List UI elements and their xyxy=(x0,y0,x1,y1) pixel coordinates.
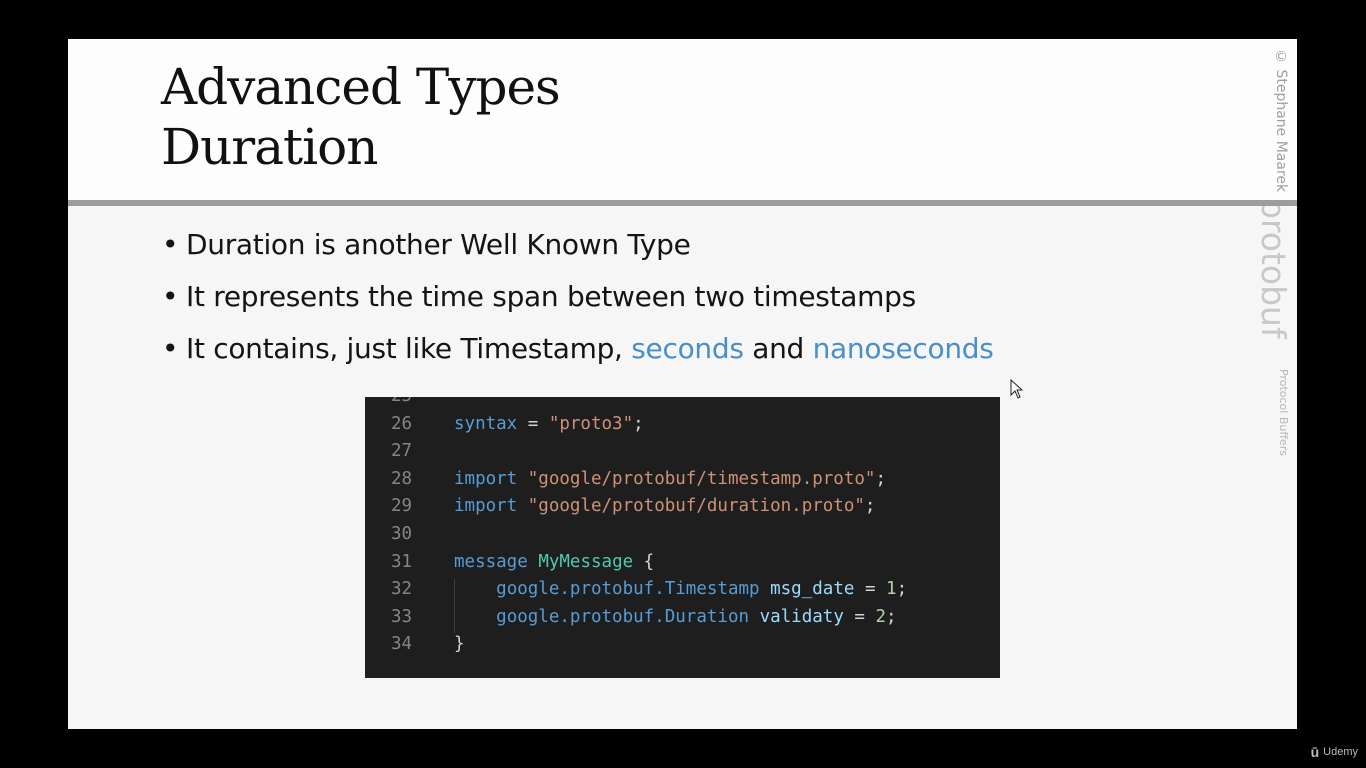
code-text: } xyxy=(454,631,465,658)
code-token: validaty xyxy=(759,606,844,627)
code-token: } xyxy=(454,634,465,655)
bullet-dot-icon: • xyxy=(162,228,179,261)
code-token: = xyxy=(843,606,876,627)
line-number: 28 xyxy=(391,468,413,489)
code-text: google.protobuf.Duration validaty = 2; xyxy=(454,604,897,631)
bullet-text-mid: and xyxy=(743,332,813,365)
code-token: ; xyxy=(633,413,644,434)
bullet-text-prefix: It contains, just like Timestamp, xyxy=(186,332,632,365)
code-token: = xyxy=(854,579,887,600)
bullet-text: It represents the time span between two … xyxy=(186,280,916,313)
bullet-list: • Duration is another Well Known Type • … xyxy=(162,225,994,381)
bullet-item: • It contains, just like Timestamp, seco… xyxy=(162,329,994,381)
line-number: 29 xyxy=(391,496,413,517)
code-token: ; xyxy=(886,606,897,627)
code-token: "google/protobuf/duration.proto" xyxy=(527,496,865,517)
line-number: 25 xyxy=(391,397,431,410)
highlight-nanoseconds: nanoseconds xyxy=(812,332,994,365)
code-text: import "google/protobuf/duration.proto"; xyxy=(454,493,875,520)
line-number: 26 xyxy=(391,413,413,434)
code-snippet: 25 26 syntax = "proto3"; 27 28 import "google… xyxy=(365,397,1000,678)
udemy-label: Udemy xyxy=(1323,746,1358,758)
code-text: import "google/protobuf/timestamp.proto"… xyxy=(454,466,886,493)
code-token: google.protobuf.Timestamp xyxy=(496,579,760,600)
copyright-text: © Stephane Maarek xyxy=(1273,49,1289,193)
brand-vertical: © Stephane Maarek protobuf Protocol Buff… xyxy=(1254,49,1293,456)
bullet-item: • Duration is another Well Known Type xyxy=(162,225,994,277)
code-text: syntax = "proto3"; xyxy=(454,411,644,438)
line-number: 32 xyxy=(391,579,413,600)
code-token: 1 xyxy=(886,579,897,600)
code-text: message MyMessage { xyxy=(454,549,654,576)
line-number: 27 xyxy=(391,441,413,462)
title-divider xyxy=(68,200,1297,206)
highlight-seconds: seconds xyxy=(631,332,744,365)
code-token: import xyxy=(454,468,518,489)
code-token: msg_date xyxy=(770,579,855,600)
code-token: google.protobuf.Duration xyxy=(496,606,750,627)
line-number: 30 xyxy=(391,524,413,544)
line-number: 31 xyxy=(391,551,413,572)
protobuf-logo-text: protobuf xyxy=(1254,198,1293,339)
bullet-text: Duration is another Well Known Type xyxy=(186,228,691,261)
code-token: ; xyxy=(875,468,886,489)
code-token: syntax xyxy=(454,413,518,434)
udemy-logo-icon: ū xyxy=(1310,744,1320,760)
code-text: google.protobuf.Timestamp msg_date = 1; xyxy=(454,576,907,603)
code-token: = xyxy=(517,413,549,434)
code-token: MyMessage xyxy=(538,551,634,572)
code-token: import xyxy=(454,496,518,517)
code-token: { xyxy=(633,551,655,572)
slide: Advanced Types Duration © Stephane Maare… xyxy=(68,39,1297,729)
mouse-pointer-icon xyxy=(1010,379,1024,399)
bullet-dot-icon: • xyxy=(162,280,179,313)
slide-title: Advanced Types xyxy=(161,58,561,116)
line-number: 33 xyxy=(391,606,413,627)
slide-subtitle: Duration xyxy=(161,118,378,176)
bullet-text: It contains, just like Timestamp, second… xyxy=(186,329,994,369)
code-token: message xyxy=(454,551,528,572)
bullet-dot-icon: • xyxy=(162,332,179,365)
line-number: 34 xyxy=(391,634,413,655)
bullet-item: • It represents the time span between tw… xyxy=(162,277,994,329)
title-area: Advanced Types Duration © Stephane Maare… xyxy=(68,39,1297,456)
udemy-watermark: ū Udemy xyxy=(1311,744,1358,760)
protocol-buffers-text: Protocol Buffers xyxy=(1277,368,1290,456)
code-token: "google/protobuf/timestamp.proto" xyxy=(527,468,876,489)
code-token: ; xyxy=(896,579,908,600)
code-token: "proto3" xyxy=(548,413,634,434)
code-token: 2 xyxy=(875,606,887,627)
code-token: ; xyxy=(864,496,876,517)
